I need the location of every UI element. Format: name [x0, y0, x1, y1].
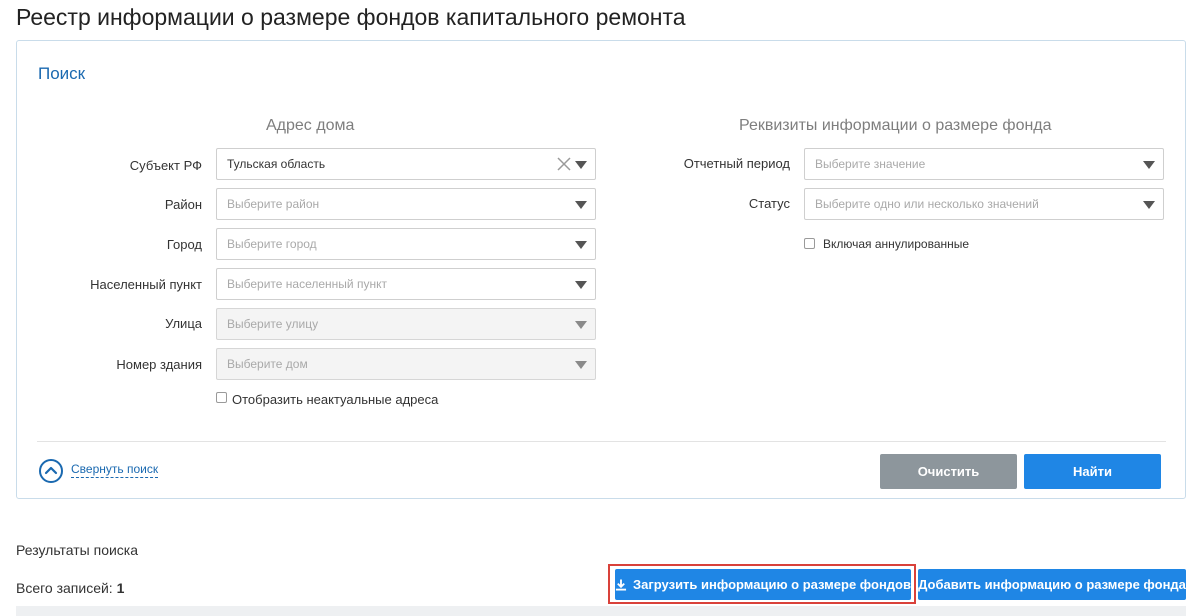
subject-rf-label: Субъект РФ [129, 158, 202, 173]
street-label: Улица [165, 316, 202, 331]
subject-rf-select[interactable]: Тульская область [216, 148, 596, 180]
search-panel-title: Поиск [38, 64, 86, 83]
total-records: Всего записей: 1 [16, 580, 124, 596]
status-select[interactable]: Выберите одно или несколько значений [804, 188, 1164, 220]
building-number-placeholder: Выберите дом [227, 357, 308, 371]
city-label: Город [166, 237, 202, 252]
settlement-placeholder: Выберите населенный пункт [227, 277, 387, 291]
show-outdated-checkbox[interactable] [216, 392, 227, 403]
divider [37, 441, 1166, 442]
street-placeholder: Выберите улицу [227, 317, 319, 331]
chevron-down-icon [575, 201, 587, 209]
include-annulled-checkbox[interactable] [804, 238, 815, 249]
total-records-label: Всего записей: [16, 580, 113, 596]
search-panel: Поиск Адрес дома Субъект РФ Тульская обл… [16, 40, 1186, 499]
chevron-down-icon [575, 321, 587, 329]
add-fund-info-button[interactable]: Добавить информацию о размере фонда [918, 569, 1186, 600]
reporting-period-placeholder: Выберите значение [815, 157, 926, 171]
reporting-period-label: Отчетный период [683, 156, 790, 171]
status-placeholder: Выберите одно или несколько значений [815, 197, 1039, 211]
download-icon [615, 578, 627, 591]
upload-fund-info-button[interactable]: Загрузить информацию о размере фондов [615, 569, 911, 600]
subject-rf-value: Тульская область [227, 157, 326, 171]
include-annulled-label[interactable]: Включая аннулированные [823, 237, 969, 251]
status-label: Статус [748, 196, 790, 211]
settlement-select[interactable]: Выберите населенный пункт [216, 268, 596, 300]
settlement-label: Населенный пункт [90, 277, 202, 292]
chevron-down-icon [1143, 201, 1155, 209]
show-outdated-label[interactable]: Отобразить неактуальные адреса [232, 392, 438, 407]
district-select[interactable]: Выберите район [216, 188, 596, 220]
street-select: Выберите улицу [216, 308, 596, 340]
results-title: Результаты поиска [16, 542, 139, 558]
chevron-up-icon[interactable] [39, 459, 63, 483]
address-section-title: Адрес дома [266, 117, 355, 134]
chevron-down-icon [575, 281, 587, 289]
building-number-label: Номер здания [116, 357, 202, 372]
chevron-down-icon [1143, 161, 1155, 169]
clear-button[interactable]: Очистить [880, 454, 1017, 489]
district-placeholder: Выберите район [227, 197, 320, 211]
chevron-down-icon [575, 241, 587, 249]
chevron-down-icon [575, 161, 587, 169]
results-table-header-strip [16, 606, 1186, 616]
clear-icon[interactable] [556, 156, 572, 172]
reporting-period-select[interactable]: Выберите значение [804, 148, 1164, 180]
find-button[interactable]: Найти [1024, 454, 1161, 489]
page-title: Реестр информации о размере фондов капит… [16, 4, 686, 30]
city-select[interactable]: Выберите город [216, 228, 596, 260]
collapse-search-link[interactable]: Свернуть поиск [71, 462, 159, 478]
building-number-select: Выберите дом [216, 348, 596, 380]
total-records-count: 1 [116, 580, 125, 596]
district-label: Район [164, 197, 202, 212]
city-placeholder: Выберите город [227, 237, 317, 251]
upload-fund-info-label: Загрузить информацию о размере фондов [632, 577, 911, 592]
requisites-section-title: Реквизиты информации о размере фонда [739, 117, 1052, 134]
chevron-down-icon [575, 361, 587, 369]
